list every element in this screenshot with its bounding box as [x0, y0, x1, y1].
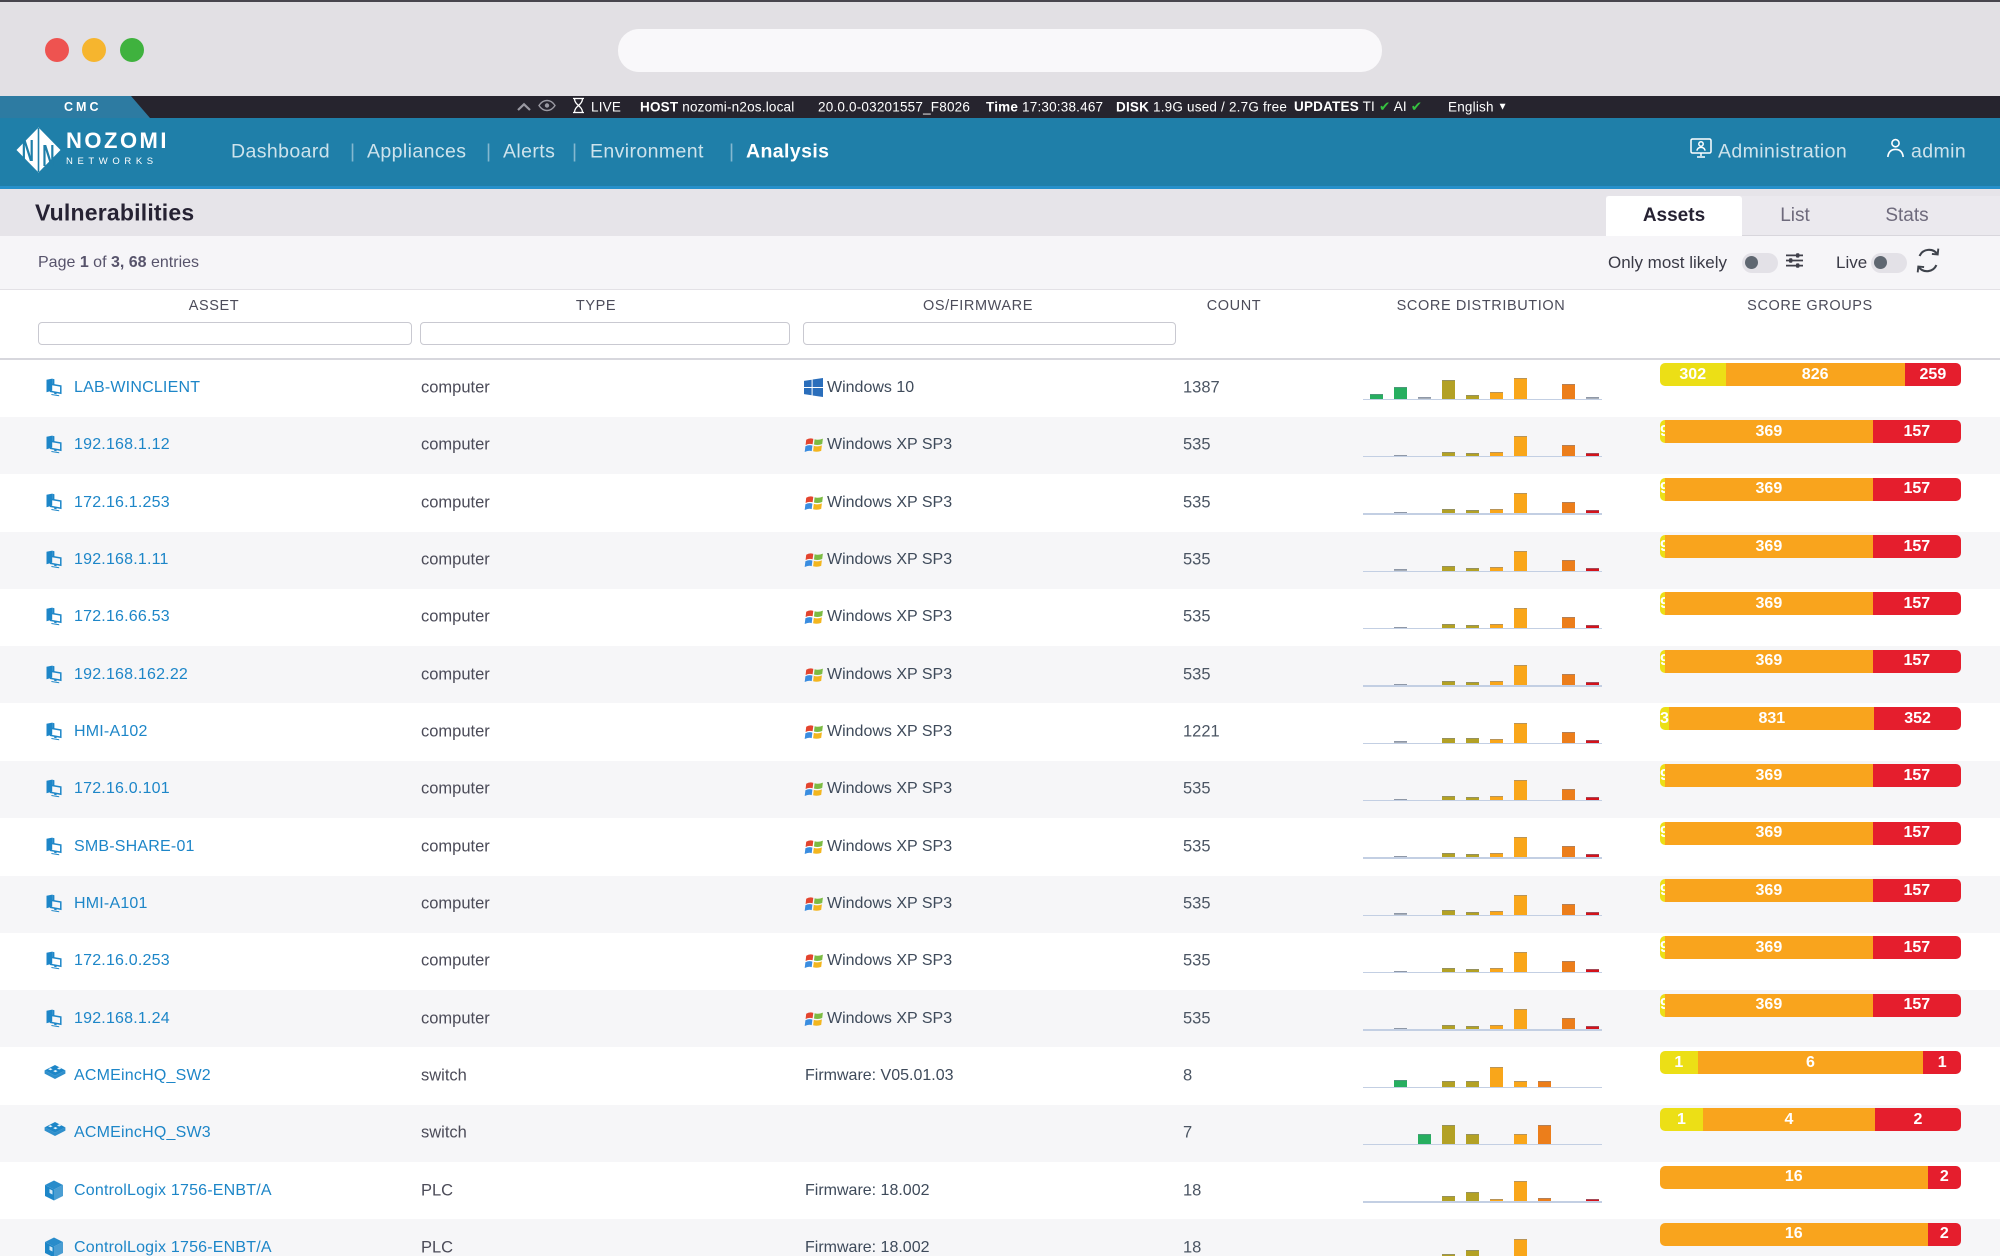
svg-text:N: N — [22, 134, 34, 169]
svg-text:N: N — [42, 139, 54, 173]
